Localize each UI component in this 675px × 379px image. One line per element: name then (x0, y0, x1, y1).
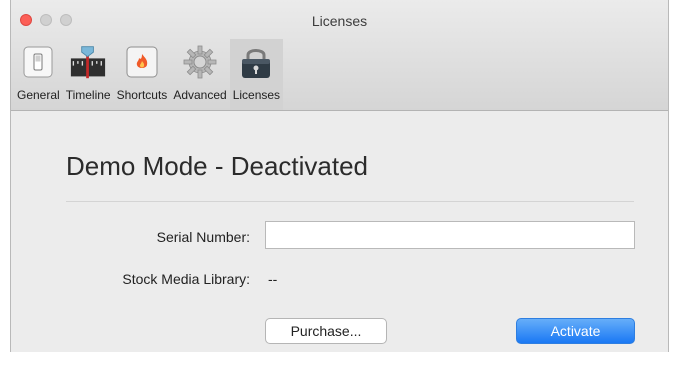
tab-general[interactable]: General (14, 39, 63, 110)
divider (66, 201, 634, 202)
tab-label: General (17, 88, 60, 102)
tab-label: Advanced (173, 88, 227, 102)
tab-shortcuts[interactable]: Shortcuts (114, 39, 171, 110)
tab-licenses[interactable]: Licenses (229, 39, 284, 110)
stock-media-label: Stock Media Library: (122, 271, 250, 287)
window-title: Licenses (311, 13, 368, 29)
flame-key-icon (124, 44, 160, 80)
tab-label: Licenses (232, 88, 281, 102)
timeline-icon (70, 44, 106, 80)
switch-icon (20, 44, 56, 80)
tab-label: Timeline (65, 88, 111, 102)
tab-label: Shortcuts (116, 88, 168, 102)
preferences-toolbar: General Timeline Shortcuts Advanced Lice… (14, 39, 284, 110)
gear-icon (182, 44, 218, 80)
license-status-heading: Demo Mode - Deactivated (66, 151, 369, 181)
activate-button[interactable]: Activate (516, 318, 635, 344)
tab-advanced[interactable]: Advanced (170, 39, 229, 110)
padlock-icon (238, 44, 274, 80)
stock-media-value: -- (268, 271, 278, 287)
titlebar: Licenses General Timeline Shortcuts Adva… (11, 0, 668, 111)
licenses-pane: Demo Mode - Deactivated Serial Number: S… (11, 111, 668, 352)
tab-timeline[interactable]: Timeline (63, 39, 114, 110)
preferences-window: Licenses General Timeline Shortcuts Adva… (10, 0, 669, 352)
serial-number-label: Serial Number: (156, 229, 250, 245)
purchase-button[interactable]: Purchase... (265, 318, 387, 344)
serial-number-input[interactable] (265, 221, 635, 249)
